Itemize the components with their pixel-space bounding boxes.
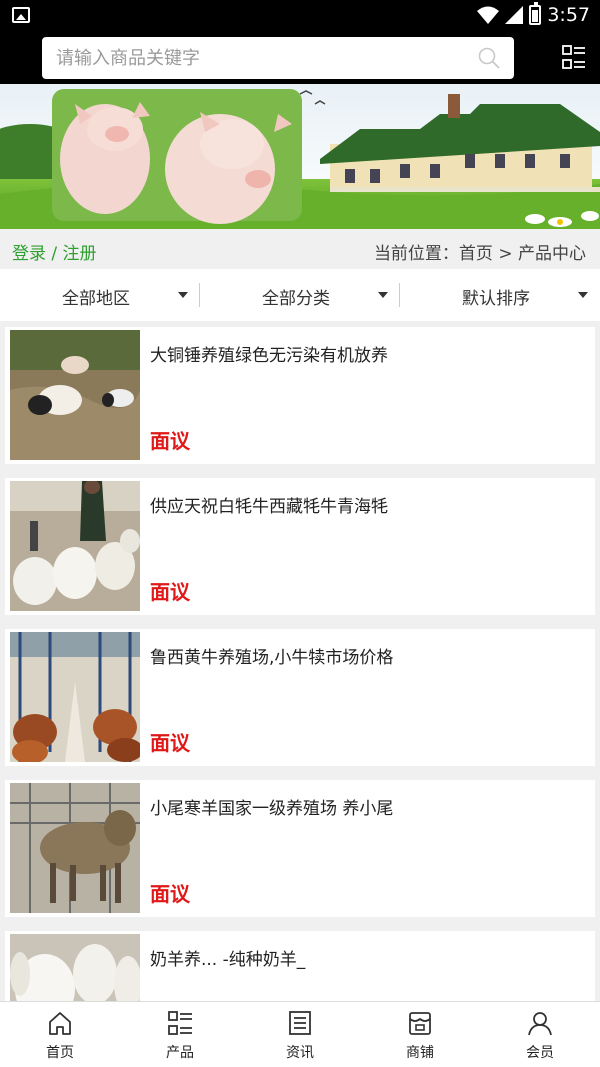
- product-title[interactable]: 鲁西黄牛养殖场,小牛犊市场价格: [150, 643, 393, 668]
- battery-icon: [529, 2, 542, 25]
- product-image[interactable]: [10, 330, 140, 460]
- banner-image[interactable]: [0, 84, 600, 229]
- nav-news[interactable]: 资讯: [240, 1002, 360, 1067]
- search-box[interactable]: [42, 37, 514, 79]
- product-item[interactable]: 大铜锤养殖绿色无污染有机放养 面议: [5, 327, 595, 464]
- banner-illustration: [0, 84, 600, 229]
- nav-home[interactable]: 首页: [0, 1002, 120, 1067]
- shop-icon: [409, 1012, 431, 1035]
- signal-icon: [505, 6, 524, 24]
- category-menu-icon[interactable]: [562, 45, 586, 69]
- category-filter[interactable]: 全部分类: [200, 269, 400, 321]
- product-title[interactable]: 小尾寒羊国家一级养殖场 养小尾: [150, 794, 393, 819]
- status-bar: 3:57: [0, 0, 600, 32]
- list-icon: [168, 1011, 192, 1035]
- nav-products[interactable]: 产品: [120, 1002, 240, 1067]
- nav-shop[interactable]: 商铺: [360, 1002, 480, 1067]
- product-item[interactable]: 供应天祝白牦牛西藏牦牛青海牦 面议: [5, 478, 595, 615]
- image-notification-icon: [12, 7, 30, 23]
- bottom-nav: 首页 产品 资讯 商铺 会员: [0, 1001, 600, 1067]
- product-title[interactable]: 奶羊养... -纯种奶羊_: [150, 945, 305, 970]
- sort-filter[interactable]: 默认排序: [400, 269, 600, 321]
- nav-label: 首页: [46, 1045, 74, 1061]
- nav-label: 资讯: [286, 1045, 314, 1061]
- caret-down-icon: [578, 292, 588, 298]
- filter-label: 全部分类: [262, 289, 330, 309]
- location-bar: 登录 / 注册 当前位置：首页 > 产品中心: [0, 229, 600, 269]
- product-price: 面议: [150, 580, 190, 604]
- product-item[interactable]: 小尾寒羊国家一级养殖场 养小尾 面议: [5, 780, 595, 917]
- nav-label: 产品: [166, 1045, 194, 1061]
- filter-label: 默认排序: [462, 289, 530, 309]
- caret-down-icon: [378, 292, 388, 298]
- nav-member[interactable]: 会员: [480, 1002, 600, 1067]
- wifi-icon: [477, 6, 500, 24]
- product-price: 面议: [150, 882, 190, 906]
- product-price: 面议: [150, 429, 190, 453]
- search-icon[interactable]: [478, 47, 500, 69]
- home-icon: [49, 1012, 71, 1035]
- nav-label: 会员: [526, 1045, 554, 1061]
- nav-label: 商铺: [406, 1045, 434, 1061]
- login-separator: /: [46, 244, 63, 264]
- product-price: 面议: [150, 731, 190, 755]
- product-image[interactable]: [10, 783, 140, 913]
- register-link[interactable]: 注册: [63, 244, 97, 264]
- filter-bar: 全部地区 全部分类 默认排序: [0, 269, 600, 321]
- caret-down-icon: [178, 292, 188, 298]
- login-register: 登录 / 注册: [12, 239, 97, 264]
- news-icon: [289, 1011, 311, 1035]
- login-link[interactable]: 登录: [12, 244, 46, 264]
- filter-label: 全部地区: [62, 289, 130, 309]
- product-title[interactable]: 供应天祝白牦牛西藏牦牛青海牦: [150, 492, 388, 517]
- product-item[interactable]: 鲁西黄牛养殖场,小牛犊市场价格 面议: [5, 629, 595, 766]
- product-title[interactable]: 大铜锤养殖绿色无污染有机放养: [150, 341, 388, 366]
- header: [0, 32, 600, 84]
- user-icon: [528, 1012, 552, 1036]
- product-image[interactable]: [10, 481, 140, 611]
- status-icons: 3:57: [477, 2, 590, 26]
- status-time: 3:57: [547, 4, 590, 26]
- search-input[interactable]: [56, 37, 476, 79]
- breadcrumb: 当前位置：首页 > 产品中心: [373, 244, 586, 264]
- region-filter[interactable]: 全部地区: [0, 269, 200, 321]
- product-image[interactable]: [10, 632, 140, 762]
